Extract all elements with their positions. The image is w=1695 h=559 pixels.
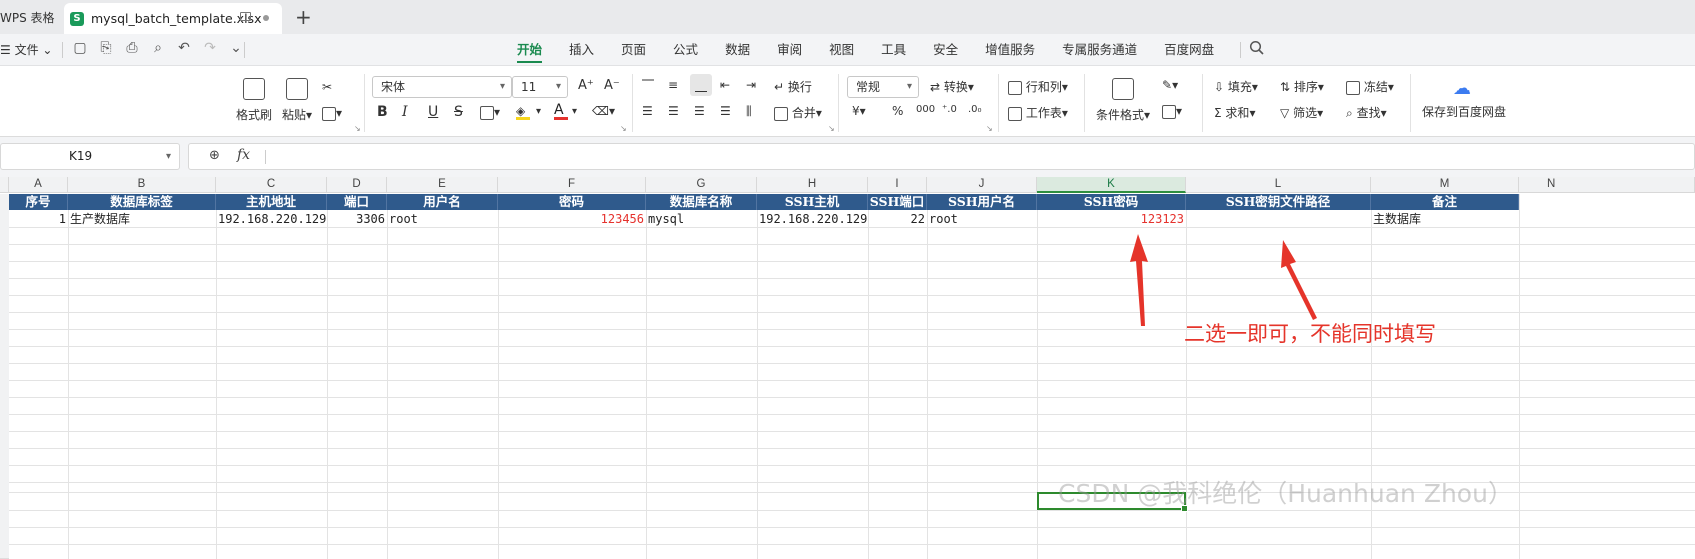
arrow-to-ssh-password: [1130, 234, 1148, 326]
annotation-text: 二选一即可，不能同时填写: [1184, 322, 1436, 346]
watermark: CSDN @我科绝伦（Huanhuan Zhou）: [1058, 479, 1513, 508]
arrow-to-ssh-key-path: [1281, 240, 1317, 320]
